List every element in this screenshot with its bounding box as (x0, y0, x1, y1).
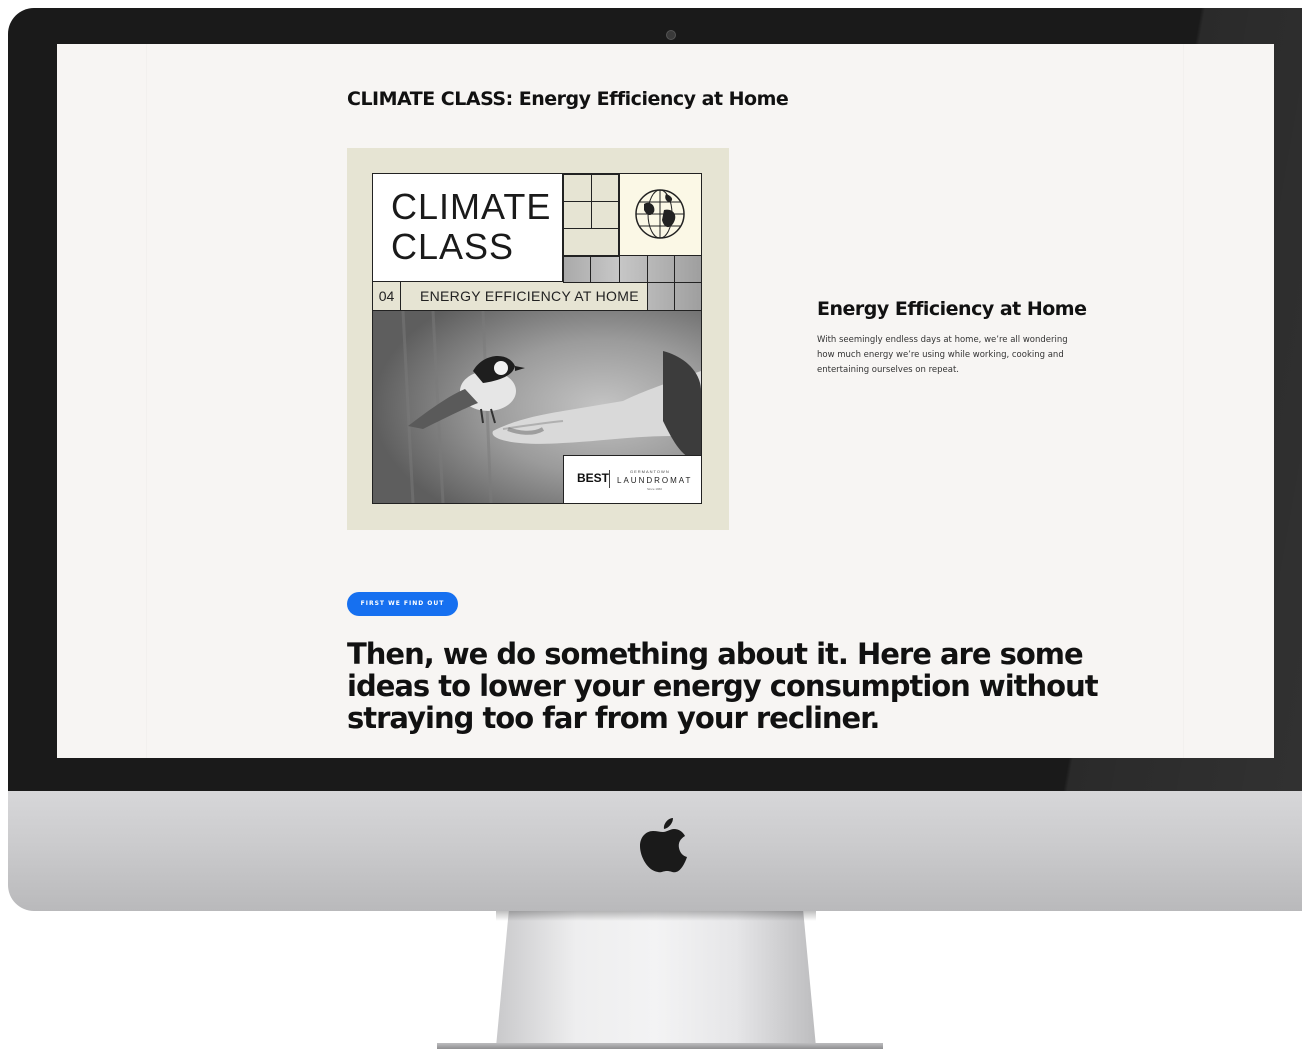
stand-shadow (496, 911, 816, 921)
feature-heading: Energy Efficiency at Home (817, 298, 1087, 320)
sponsor-badge: BEST GERMANTOWN LAUNDROMAT Since 1960 (563, 455, 701, 503)
poster-title-line1: CLIMATE (391, 186, 552, 227)
web-page: CLIMATE CLASS: Energy Efficiency at Home (147, 44, 1183, 758)
stand-base (437, 1043, 883, 1049)
episode-title: ENERGY EFFICIENCY AT HOME (420, 288, 639, 304)
camera-icon (666, 30, 676, 40)
badge-germantown: GERMANTOWN (630, 469, 670, 474)
poster-frame: CLIMATE CLASS 04 ENERGY EFFICIENCY AT HO… (372, 173, 702, 504)
poster-title-line2: CLASS (391, 226, 515, 267)
poster-grid-cells (563, 174, 619, 256)
episode-number: 04 (373, 282, 401, 310)
section-heading: Then, we do something about it. Here are… (347, 637, 1099, 735)
feature-body: With seemingly endless days at home, we’… (817, 335, 1068, 375)
badge-since: Since 1960 (647, 487, 663, 491)
poster-subtitle-bar: 04 ENERGY EFFICIENCY AT HOME (373, 282, 648, 311)
page-title: CLIMATE CLASS: Energy Efficiency at Home (347, 88, 789, 110)
monitor-stand (496, 911, 816, 1047)
badge-best: BEST (577, 471, 610, 485)
first-we-find-out-button[interactable]: FIRST WE FIND OUT (347, 592, 458, 616)
screen: CLIMATE CLASS: Energy Efficiency at Home (57, 44, 1274, 758)
globe-icon (635, 189, 685, 239)
poster-title-box: CLIMATE CLASS (373, 174, 563, 282)
globe-box (619, 174, 701, 256)
apple-logo-icon (640, 818, 687, 873)
climate-class-poster: CLIMATE CLASS 04 ENERGY EFFICIENCY AT HO… (347, 148, 729, 530)
badge-divider (609, 470, 610, 488)
badge-laundromat: LAUNDROMAT (617, 476, 693, 485)
